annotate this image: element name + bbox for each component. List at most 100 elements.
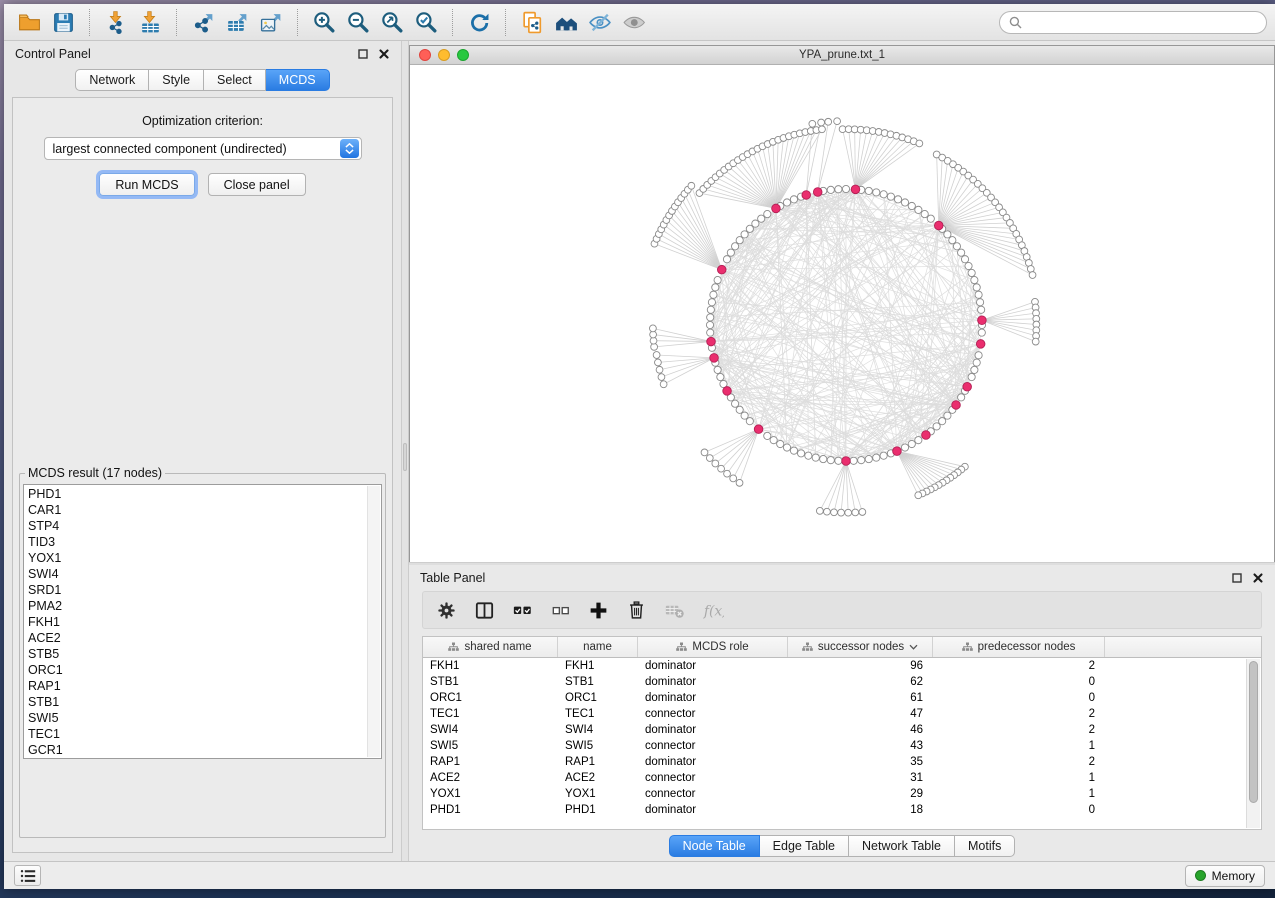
cell-MCDS-role[interactable]: connector (638, 788, 788, 800)
cell-shared-name[interactable]: SWI5 (423, 740, 558, 752)
graph-node[interactable] (968, 269, 975, 276)
graph-dominator-node[interactable] (952, 401, 961, 410)
open-file-button[interactable] (12, 7, 46, 37)
graph-node[interactable] (927, 215, 934, 222)
column-header-name[interactable]: name (558, 637, 638, 657)
graph-node[interactable] (758, 215, 765, 222)
graph-dominator-node[interactable] (851, 185, 860, 194)
graph-node[interactable] (731, 243, 738, 250)
graph-node[interactable] (901, 199, 908, 206)
cell-shared-name[interactable]: ACE2 (423, 772, 558, 784)
graph-node[interactable] (812, 454, 819, 461)
table-tab-motifs[interactable]: Motifs (955, 835, 1015, 857)
graph-node[interactable] (746, 225, 753, 232)
cell-successor-nodes[interactable]: 31 (788, 772, 933, 784)
graph-node[interactable] (978, 329, 985, 336)
graph-node[interactable] (949, 237, 956, 244)
add-column-button[interactable] (583, 595, 613, 625)
graph-node[interactable] (741, 412, 748, 419)
graph-node[interactable] (770, 437, 777, 444)
graph-node[interactable] (958, 249, 965, 256)
delete-table-button[interactable] (659, 595, 689, 625)
zoom-selected-button[interactable] (409, 7, 443, 37)
cell-successor-nodes[interactable]: 61 (788, 692, 933, 704)
graph-node[interactable] (736, 479, 743, 486)
table-scrollbar-thumb[interactable] (1249, 661, 1258, 803)
graph-node[interactable] (717, 373, 724, 380)
cell-shared-name[interactable]: TEC1 (423, 708, 558, 720)
save-session-button[interactable] (46, 7, 80, 37)
graph-node[interactable] (880, 452, 887, 459)
table-row-SWI4[interactable]: SWI4SWI4dominator462 (423, 722, 1261, 738)
task-history-button[interactable] (14, 865, 41, 886)
graph-node[interactable] (908, 202, 915, 209)
graph-dominator-node[interactable] (717, 265, 726, 274)
minimize-window-button[interactable] (438, 49, 450, 61)
mcds-result-item[interactable]: PHD1 (28, 486, 365, 502)
graph-node[interactable] (764, 432, 771, 439)
graph-node[interactable] (816, 507, 823, 514)
column-header-shared-name[interactable]: shared name (423, 637, 558, 657)
cell-MCDS-role[interactable]: dominator (638, 676, 788, 688)
cell-shared-name[interactable]: SWI4 (423, 724, 558, 736)
graph-node[interactable] (921, 210, 928, 217)
graph-node[interactable] (658, 374, 665, 381)
table-row-YOX1[interactable]: YOX1YOX1connector291 (423, 786, 1261, 802)
cell-predecessor-nodes[interactable]: 0 (933, 676, 1105, 688)
cell-name[interactable]: PHD1 (558, 804, 638, 816)
cell-name[interactable]: ACE2 (558, 772, 638, 784)
close-panel-button[interactable]: Close panel (208, 173, 306, 196)
graph-node[interactable] (953, 243, 960, 250)
mcds-result-item[interactable]: SRD1 (28, 582, 365, 598)
graph-node[interactable] (736, 406, 743, 413)
graph-node[interactable] (873, 454, 880, 461)
mcds-result-item[interactable]: RAP1 (28, 678, 365, 694)
graph-node[interactable] (971, 366, 978, 373)
cell-predecessor-nodes[interactable]: 2 (933, 724, 1105, 736)
graph-node[interactable] (752, 220, 759, 227)
mcds-result-item[interactable]: TEC1 (28, 726, 365, 742)
function-builder-button[interactable]: f(x) (697, 595, 727, 625)
table-row-TEC1[interactable]: TEC1TEC1connector472 (423, 706, 1261, 722)
graph-node[interactable] (741, 231, 748, 238)
graph-node[interactable] (712, 284, 719, 291)
graph-node[interactable] (727, 249, 734, 256)
graph-node[interactable] (944, 231, 951, 238)
graph-dominator-node[interactable] (754, 425, 763, 434)
table-row-RAP1[interactable]: RAP1RAP1dominator352 (423, 754, 1261, 770)
graph-node[interactable] (965, 262, 972, 269)
graph-node[interactable] (731, 400, 738, 407)
cell-MCDS-role[interactable]: dominator (638, 692, 788, 704)
graph-node[interactable] (975, 352, 982, 359)
graph-node[interactable] (701, 449, 708, 456)
graph-node[interactable] (834, 118, 841, 125)
graph-node[interactable] (746, 418, 753, 425)
cell-name[interactable]: TEC1 (558, 708, 638, 720)
graph-dominator-node[interactable] (963, 382, 972, 391)
network-canvas[interactable] (410, 65, 1274, 562)
graph-dominator-node[interactable] (893, 447, 902, 456)
import-network-button[interactable] (99, 7, 133, 37)
mcds-result-item[interactable]: FKH1 (28, 614, 365, 630)
graph-node[interactable] (712, 460, 719, 467)
mcds-result-item[interactable]: CAR1 (28, 502, 365, 518)
table-tab-node-table[interactable]: Node Table (669, 835, 760, 857)
graph-dominator-node[interactable] (922, 431, 931, 440)
cell-successor-nodes[interactable]: 62 (788, 676, 933, 688)
graph-node[interactable] (842, 185, 849, 192)
column-layout-button[interactable] (469, 595, 499, 625)
table-row-ACE2[interactable]: ACE2ACE2connector311 (423, 770, 1261, 786)
zoom-in-button[interactable] (307, 7, 341, 37)
graph-node[interactable] (706, 455, 713, 462)
graph-node[interactable] (824, 508, 831, 515)
graph-node[interactable] (838, 509, 845, 516)
graph-node[interactable] (825, 118, 832, 125)
cell-name[interactable]: YOX1 (558, 788, 638, 800)
graph-node[interactable] (971, 276, 978, 283)
graph-node[interactable] (915, 437, 922, 444)
cell-successor-nodes[interactable]: 47 (788, 708, 933, 720)
graph-node[interactable] (831, 509, 838, 516)
cell-MCDS-role[interactable]: dominator (638, 804, 788, 816)
optimization-criterion-select[interactable]: largest connected component (undirected) (44, 137, 362, 160)
graph-node[interactable] (710, 291, 717, 298)
